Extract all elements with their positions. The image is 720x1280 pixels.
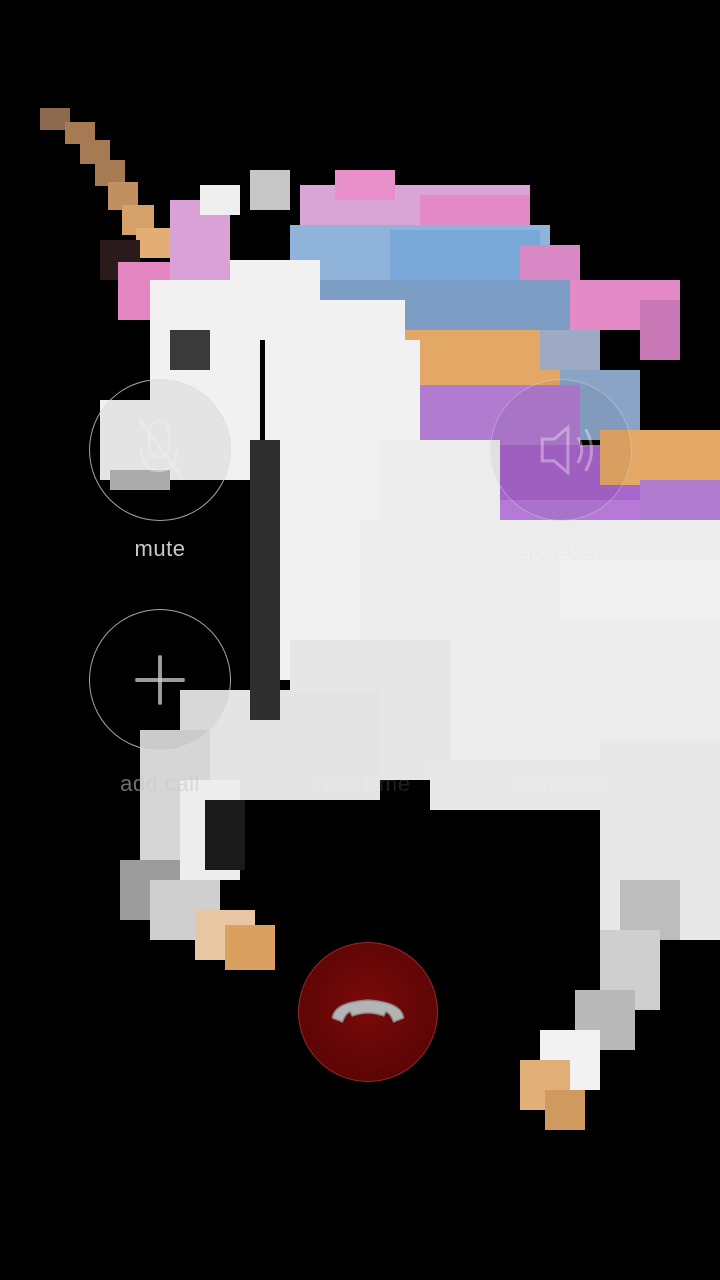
speaker-button[interactable] xyxy=(490,379,632,521)
phone-hangup-icon xyxy=(331,999,405,1023)
mute-button[interactable] xyxy=(89,379,231,521)
facetime-label: FaceTime xyxy=(309,771,411,796)
contacts-label: contacts xyxy=(518,771,604,796)
in-call-controls: mute speaker add call FaceTime contacts xyxy=(0,0,720,1280)
add-call-button[interactable] xyxy=(89,609,231,751)
end-call-button[interactable] xyxy=(298,942,438,1082)
mute-icon xyxy=(138,418,184,480)
plus-icon xyxy=(135,655,185,705)
speaker-label: speaker xyxy=(520,539,602,564)
mute-label: mute xyxy=(134,536,186,561)
add-call-label: add call xyxy=(120,771,200,796)
speaker-icon xyxy=(540,424,594,476)
